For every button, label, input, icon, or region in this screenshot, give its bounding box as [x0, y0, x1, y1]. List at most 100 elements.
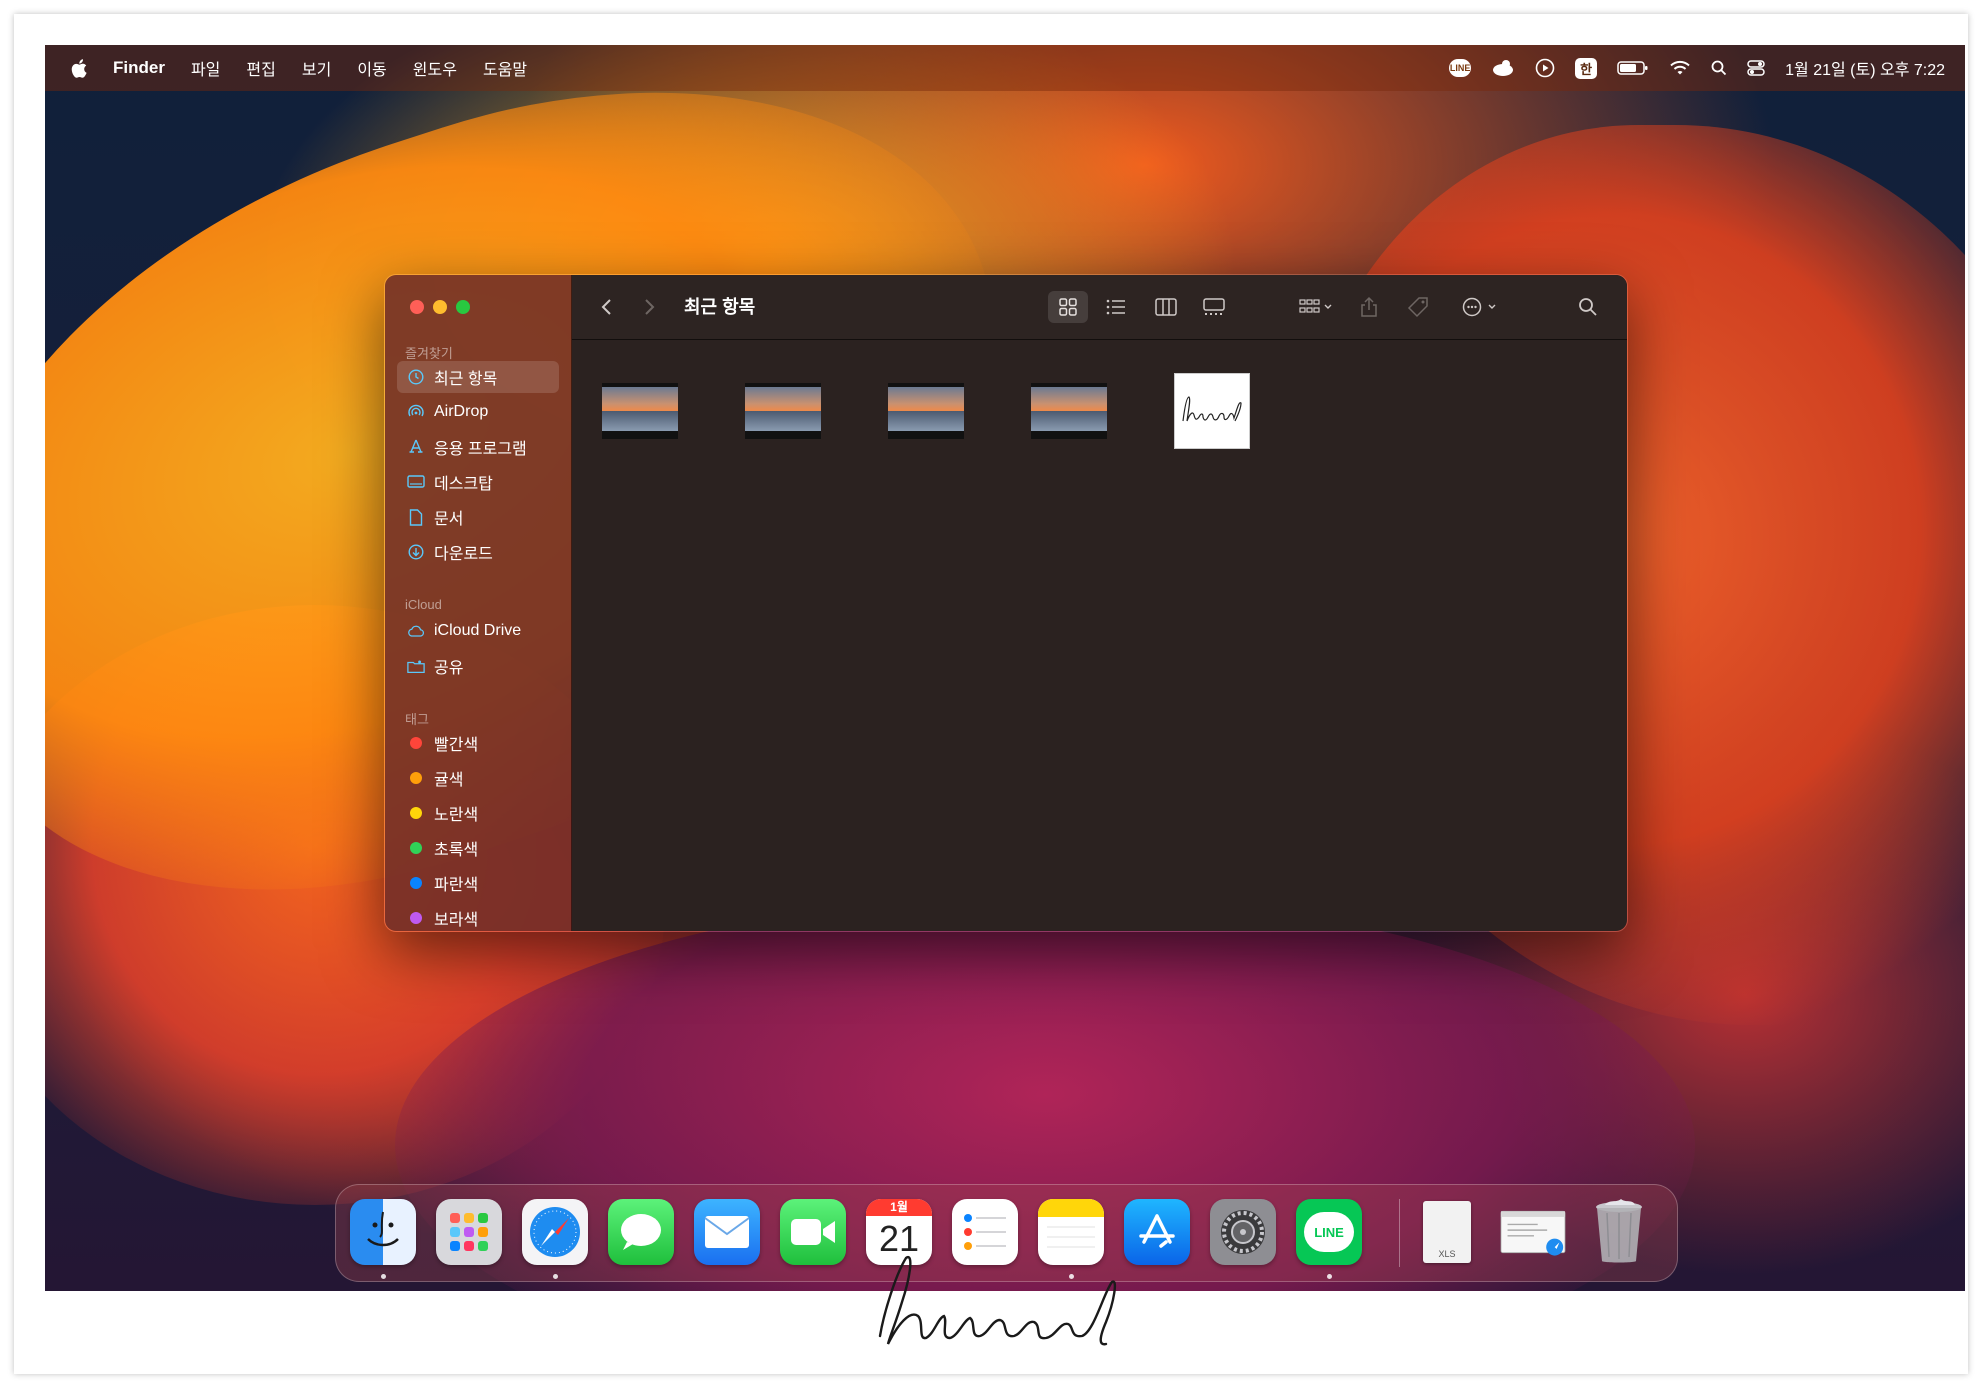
tag-color-dot — [410, 842, 422, 854]
running-indicator — [553, 1274, 558, 1279]
xls-document-icon[interactable]: XLS — [1414, 1199, 1480, 1265]
signature-thumbnail — [1174, 373, 1250, 449]
sidebar-item-icloud-drive[interactable]: iCloud Drive — [397, 615, 559, 647]
calendar-month: 1월 — [866, 1199, 932, 1216]
line-app-icon[interactable]: LINE — [1296, 1199, 1362, 1265]
download-icon — [407, 543, 425, 561]
sidebar-tag-blue[interactable]: 파란색 — [397, 867, 559, 899]
running-indicator — [1327, 1274, 1332, 1279]
photo-thumbnail — [745, 383, 821, 439]
sidebar-item-label: 데스크탑 — [434, 476, 493, 493]
trash-icon[interactable] — [1586, 1199, 1652, 1265]
tag-color-dot — [410, 877, 422, 889]
zoom-button[interactable] — [456, 300, 470, 314]
messages-icon[interactable] — [608, 1199, 674, 1265]
menu-window[interactable]: 윈도우 — [413, 56, 457, 80]
menu-help[interactable]: 도움말 — [483, 56, 527, 80]
sidebar-tag-purple[interactable]: 보라색 — [397, 902, 559, 931]
menu-app-name[interactable]: Finder — [113, 58, 165, 78]
apple-icon[interactable] — [71, 58, 87, 78]
clock-icon — [407, 368, 425, 386]
sidebar-item-label: 귤색 — [434, 772, 464, 789]
finder-window: 즐겨찾기 최근 항목 AirDrop 응용 프로그램 데스크탑 문서 다운로드 … — [384, 274, 1628, 932]
cloud-icon[interactable] — [1491, 59, 1515, 77]
sidebar-item-shared[interactable]: 공유 — [397, 650, 559, 682]
menu-file[interactable]: 파일 — [191, 56, 220, 80]
play-icon[interactable] — [1535, 58, 1555, 78]
sidebar-item-downloads[interactable]: 다운로드 — [397, 536, 559, 568]
sidebar-section-tags: 태그 — [405, 712, 429, 727]
control-center-icon[interactable] — [1747, 60, 1765, 76]
line-icon[interactable]: LINE — [1449, 59, 1472, 77]
file-item[interactable] — [1031, 373, 1107, 449]
sidebar-item-label: iCloud Drive — [434, 622, 522, 639]
sidebar-item-applications[interactable]: 응용 프로그램 — [397, 431, 559, 463]
facetime-icon[interactable] — [780, 1199, 846, 1265]
desktop-icon — [407, 473, 425, 491]
search-icon[interactable] — [1572, 291, 1604, 323]
sidebar-item-label: 다운로드 — [434, 546, 493, 563]
tag-color-dot — [410, 912, 422, 924]
safari-window-thumbnail[interactable] — [1500, 1199, 1566, 1265]
icloud-icon — [407, 622, 425, 640]
finder-icon[interactable] — [350, 1199, 416, 1265]
group-icon[interactable] — [1292, 291, 1340, 323]
sidebar-item-desktop[interactable]: 데스크탑 — [397, 466, 559, 498]
back-icon[interactable] — [594, 291, 618, 323]
forward-icon[interactable] — [638, 291, 662, 323]
file-item[interactable] — [888, 373, 964, 449]
sidebar-item-label: 최근 항목 — [434, 371, 498, 388]
sidebar-item-documents[interactable]: 문서 — [397, 501, 559, 533]
menu-clock[interactable]: 1월 21일 (토) 오후 7:22 — [1785, 56, 1945, 80]
sidebar-item-label: 빨간색 — [434, 737, 479, 754]
sidebar-tag-yellow[interactable]: 노란색 — [397, 797, 559, 829]
input-source-icon[interactable]: 한 — [1575, 57, 1598, 79]
file-item[interactable] — [602, 373, 678, 449]
tag-icon[interactable] — [1402, 291, 1434, 323]
applications-icon — [407, 438, 425, 456]
airdrop-icon — [407, 403, 425, 421]
list-view-icon[interactable] — [1096, 291, 1136, 323]
window-title: 최근 항목 — [684, 297, 756, 317]
sidebar-tag-green[interactable]: 초록색 — [397, 832, 559, 864]
tag-color-dot — [410, 737, 422, 749]
shared-folder-icon — [407, 657, 425, 675]
file-item[interactable] — [745, 373, 821, 449]
sidebar-tag-orange[interactable]: 귤색 — [397, 762, 559, 794]
watermark-signature — [874, 1252, 1134, 1392]
sidebar-item-airdrop[interactable]: AirDrop — [397, 396, 559, 428]
safari-icon[interactable] — [522, 1199, 588, 1265]
tag-color-dot — [410, 807, 422, 819]
mail-icon[interactable] — [694, 1199, 760, 1265]
close-button[interactable] — [410, 300, 424, 314]
menu-go[interactable]: 이동 — [357, 56, 386, 80]
launchpad-icon[interactable] — [436, 1199, 502, 1265]
battery-icon[interactable] — [1617, 60, 1649, 76]
system-settings-icon[interactable] — [1210, 1199, 1276, 1265]
icon-view-icon[interactable] — [1048, 291, 1088, 323]
sidebar-item-label: AirDrop — [434, 403, 489, 420]
menu-edit[interactable]: 편집 — [246, 56, 275, 80]
search-icon[interactable] — [1711, 60, 1727, 76]
xls-label: XLS — [1423, 1201, 1471, 1263]
running-indicator — [381, 1274, 386, 1279]
sidebar-section-icloud: iCloud — [405, 597, 442, 612]
sidebar-item-label: 응용 프로그램 — [434, 441, 527, 458]
sidebar-item-label: 공유 — [434, 660, 464, 677]
sidebar-tag-red[interactable]: 빨간색 — [397, 727, 559, 759]
window-controls — [410, 300, 470, 314]
wifi-icon[interactable] — [1669, 60, 1691, 76]
photo-thumbnail — [1031, 383, 1107, 439]
photo-thumbnail — [888, 383, 964, 439]
gallery-view-icon[interactable] — [1194, 291, 1234, 323]
menu-view[interactable]: 보기 — [302, 56, 331, 80]
share-icon[interactable] — [1353, 291, 1385, 323]
more-actions-icon[interactable] — [1457, 291, 1505, 323]
sidebar-item-recents[interactable]: 최근 항목 — [397, 361, 559, 393]
minimize-button[interactable] — [433, 300, 447, 314]
column-view-icon[interactable] — [1146, 291, 1186, 323]
dock-separator — [1399, 1199, 1400, 1267]
file-item[interactable] — [1174, 373, 1250, 449]
photo-thumbnail — [602, 383, 678, 439]
tag-color-dot — [410, 772, 422, 784]
